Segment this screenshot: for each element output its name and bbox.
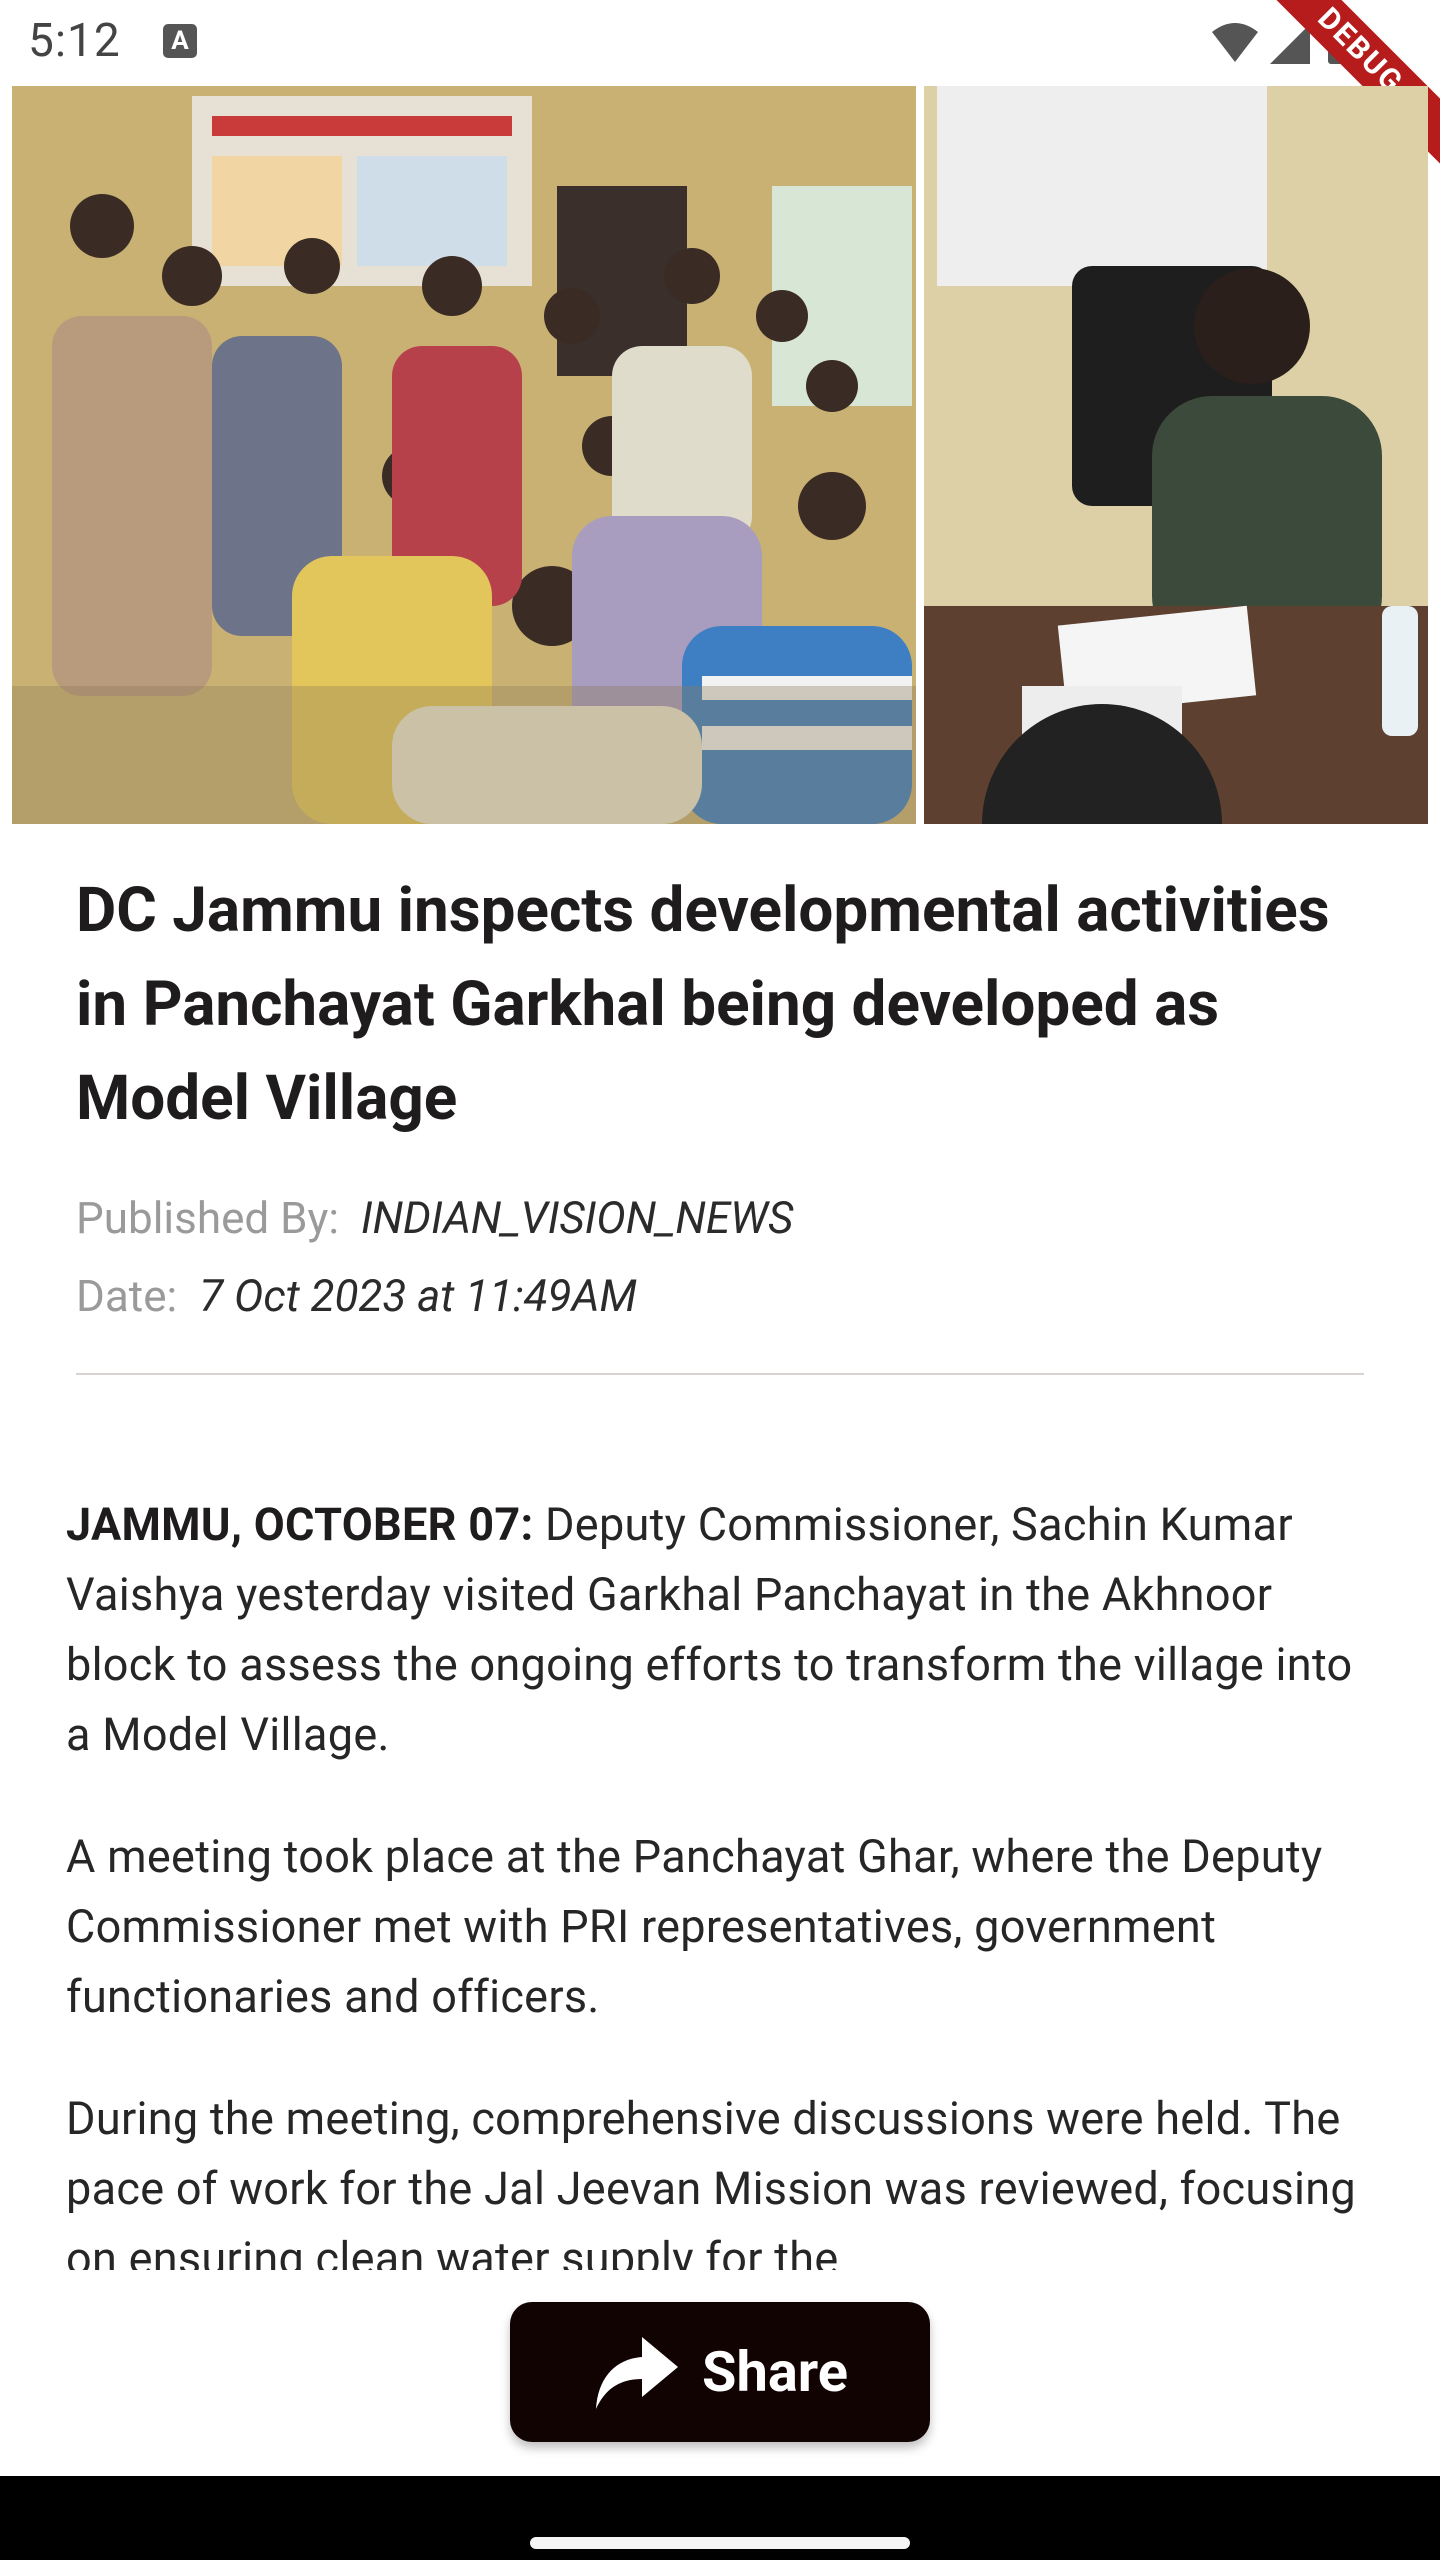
article-body[interactable]: JAMMU, OCTOBER 07: Deputy Commissioner, … bbox=[66, 1490, 1386, 2270]
dateline: JAMMU, OCTOBER 07: bbox=[66, 1498, 534, 1551]
wifi-icon bbox=[1212, 23, 1258, 62]
wall-notice bbox=[937, 86, 1267, 286]
article-paragraph: JAMMU, OCTOBER 07: Deputy Commissioner, … bbox=[66, 1490, 1386, 1770]
header-divider bbox=[76, 1373, 1364, 1375]
publish-date: 7 Oct 2023 at 11:49AM bbox=[199, 1270, 637, 1322]
published-by-row: Published By: INDIAN_VISION_NEWS bbox=[76, 1188, 793, 1248]
notification-a-icon: A bbox=[163, 24, 197, 58]
date-row: Date: 7 Oct 2023 at 11:49AM bbox=[76, 1266, 637, 1326]
article-hero-image bbox=[12, 86, 1428, 824]
hero-photo bbox=[12, 86, 1428, 824]
home-gesture-handle[interactable] bbox=[530, 2537, 910, 2549]
status-bar: 5:12 A DEBUG bbox=[0, 0, 1440, 174]
publisher-name: INDIAN_VISION_NEWS bbox=[361, 1192, 794, 1244]
date-label: Date: bbox=[76, 1270, 178, 1322]
status-time: 5:12 bbox=[28, 14, 121, 68]
share-button[interactable]: Share bbox=[510, 2302, 930, 2442]
article-title: DC Jammu inspects developmental activiti… bbox=[76, 874, 1330, 1135]
share-arrow-icon bbox=[595, 2337, 678, 2409]
published-by-label: Published By: bbox=[76, 1192, 340, 1244]
share-button-label: Share bbox=[701, 2339, 849, 2405]
signal-icon bbox=[1270, 24, 1310, 64]
article-paragraph: During the meeting, comprehensive discus… bbox=[66, 2092, 1357, 2270]
article-paragraph: A meeting took place at the Panchayat Gh… bbox=[66, 1830, 1323, 2023]
